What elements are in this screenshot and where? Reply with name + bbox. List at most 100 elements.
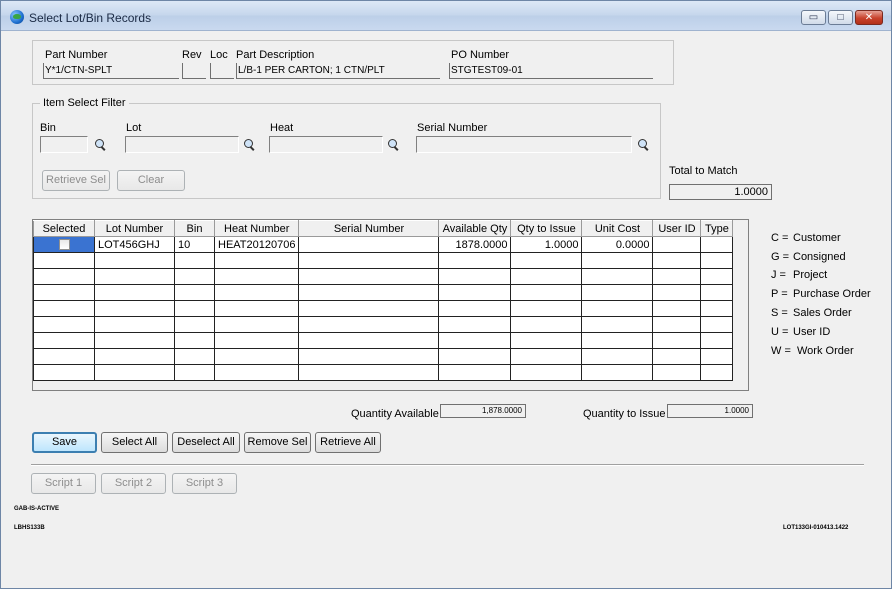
empty-cell[interactable] [652, 268, 702, 285]
empty-cell[interactable] [213, 268, 300, 285]
bin-search-icon[interactable] [95, 139, 107, 151]
empty-cell[interactable] [298, 252, 440, 269]
deselect-all-button[interactable]: Deselect All [172, 432, 240, 453]
empty-cell[interactable] [94, 252, 175, 269]
lot-input[interactable] [125, 136, 239, 153]
empty-cell[interactable] [213, 364, 300, 381]
empty-cell[interactable] [94, 332, 175, 349]
empty-cell[interactable] [700, 268, 734, 285]
empty-cell[interactable] [652, 252, 702, 269]
empty-cell[interactable] [438, 284, 512, 301]
empty-cell[interactable] [33, 348, 95, 365]
empty-cell[interactable] [174, 348, 215, 365]
empty-cell[interactable] [510, 348, 583, 365]
empty-cell[interactable] [438, 268, 512, 285]
minimize-button[interactable]: ▭ [801, 10, 826, 25]
title-bar[interactable]: Select Lot/Bin Records ▭ □ ✕ [1, 1, 891, 31]
empty-table-row[interactable] [33, 332, 734, 349]
empty-cell[interactable] [298, 284, 440, 301]
empty-cell[interactable] [213, 252, 300, 269]
empty-cell[interactable] [213, 332, 300, 349]
empty-cell[interactable] [700, 348, 734, 365]
empty-cell[interactable] [94, 284, 175, 301]
unit-cost-cell[interactable]: 0.0000 [581, 236, 654, 253]
empty-cell[interactable] [700, 332, 734, 349]
empty-cell[interactable] [510, 364, 583, 381]
script-1-button[interactable]: Script 1 [31, 473, 96, 494]
empty-cell[interactable] [581, 316, 654, 333]
empty-cell[interactable] [510, 268, 583, 285]
column-header[interactable]: Bin [174, 220, 215, 237]
empty-table-row[interactable] [33, 268, 734, 285]
remove-sel-button[interactable]: Remove Sel [244, 432, 311, 453]
empty-cell[interactable] [33, 268, 95, 285]
heat-search-icon[interactable] [388, 139, 400, 151]
empty-cell[interactable] [33, 332, 95, 349]
script-2-button[interactable]: Script 2 [101, 473, 166, 494]
empty-cell[interactable] [652, 316, 702, 333]
empty-table-row[interactable] [33, 252, 734, 269]
empty-table-row[interactable] [33, 284, 734, 301]
empty-cell[interactable] [581, 332, 654, 349]
heat-number-cell[interactable]: HEAT20120706 [213, 236, 300, 253]
empty-cell[interactable] [94, 348, 175, 365]
empty-cell[interactable] [213, 316, 300, 333]
empty-cell[interactable] [174, 268, 215, 285]
empty-table-row[interactable] [33, 300, 734, 317]
heat-input[interactable] [269, 136, 383, 153]
empty-cell[interactable] [213, 284, 300, 301]
empty-cell[interactable] [581, 252, 654, 269]
empty-cell[interactable] [298, 268, 440, 285]
select-all-button[interactable]: Select All [101, 432, 168, 453]
empty-cell[interactable] [700, 252, 734, 269]
column-header[interactable]: Type [700, 220, 734, 237]
empty-cell[interactable] [94, 300, 175, 317]
empty-cell[interactable] [510, 252, 583, 269]
empty-cell[interactable] [581, 364, 654, 381]
empty-cell[interactable] [174, 364, 215, 381]
empty-cell[interactable] [700, 300, 734, 317]
bin-input[interactable] [40, 136, 88, 153]
column-header[interactable]: Serial Number [298, 220, 440, 237]
empty-cell[interactable] [438, 300, 512, 317]
empty-cell[interactable] [652, 300, 702, 317]
serial-number-cell[interactable] [298, 236, 440, 253]
bin-cell[interactable]: 10 [174, 236, 215, 253]
empty-cell[interactable] [33, 284, 95, 301]
empty-cell[interactable] [581, 284, 654, 301]
empty-cell[interactable] [213, 348, 300, 365]
empty-cell[interactable] [33, 252, 95, 269]
empty-cell[interactable] [510, 284, 583, 301]
retrieve-sel-button[interactable]: Retrieve Sel [42, 170, 110, 191]
script-3-button[interactable]: Script 3 [172, 473, 237, 494]
empty-cell[interactable] [174, 316, 215, 333]
empty-cell[interactable] [510, 332, 583, 349]
empty-cell[interactable] [174, 300, 215, 317]
empty-cell[interactable] [213, 300, 300, 317]
column-header[interactable]: Lot Number [94, 220, 175, 237]
column-header[interactable]: Heat Number [213, 220, 300, 237]
empty-cell[interactable] [94, 316, 175, 333]
empty-cell[interactable] [438, 348, 512, 365]
empty-cell[interactable] [94, 268, 175, 285]
empty-cell[interactable] [33, 316, 95, 333]
empty-cell[interactable] [700, 364, 734, 381]
empty-cell[interactable] [652, 348, 702, 365]
save-button[interactable]: Save [32, 432, 97, 453]
empty-table-row[interactable] [33, 348, 734, 365]
column-header[interactable]: Unit Cost [581, 220, 654, 237]
empty-cell[interactable] [510, 300, 583, 317]
empty-cell[interactable] [298, 316, 440, 333]
empty-cell[interactable] [652, 284, 702, 301]
empty-cell[interactable] [438, 332, 512, 349]
selected-cell[interactable] [33, 236, 95, 253]
empty-cell[interactable] [700, 316, 734, 333]
maximize-button[interactable]: □ [828, 10, 853, 25]
empty-cell[interactable] [510, 316, 583, 333]
lot-number-cell[interactable]: LOT456GHJ [94, 236, 175, 253]
empty-cell[interactable] [652, 332, 702, 349]
row-select-checkbox[interactable] [58, 239, 70, 251]
empty-cell[interactable] [174, 252, 215, 269]
lot-bin-grid[interactable]: Selected Lot Number Bin Heat Number Seri… [32, 219, 749, 391]
empty-table-row[interactable] [33, 364, 734, 381]
